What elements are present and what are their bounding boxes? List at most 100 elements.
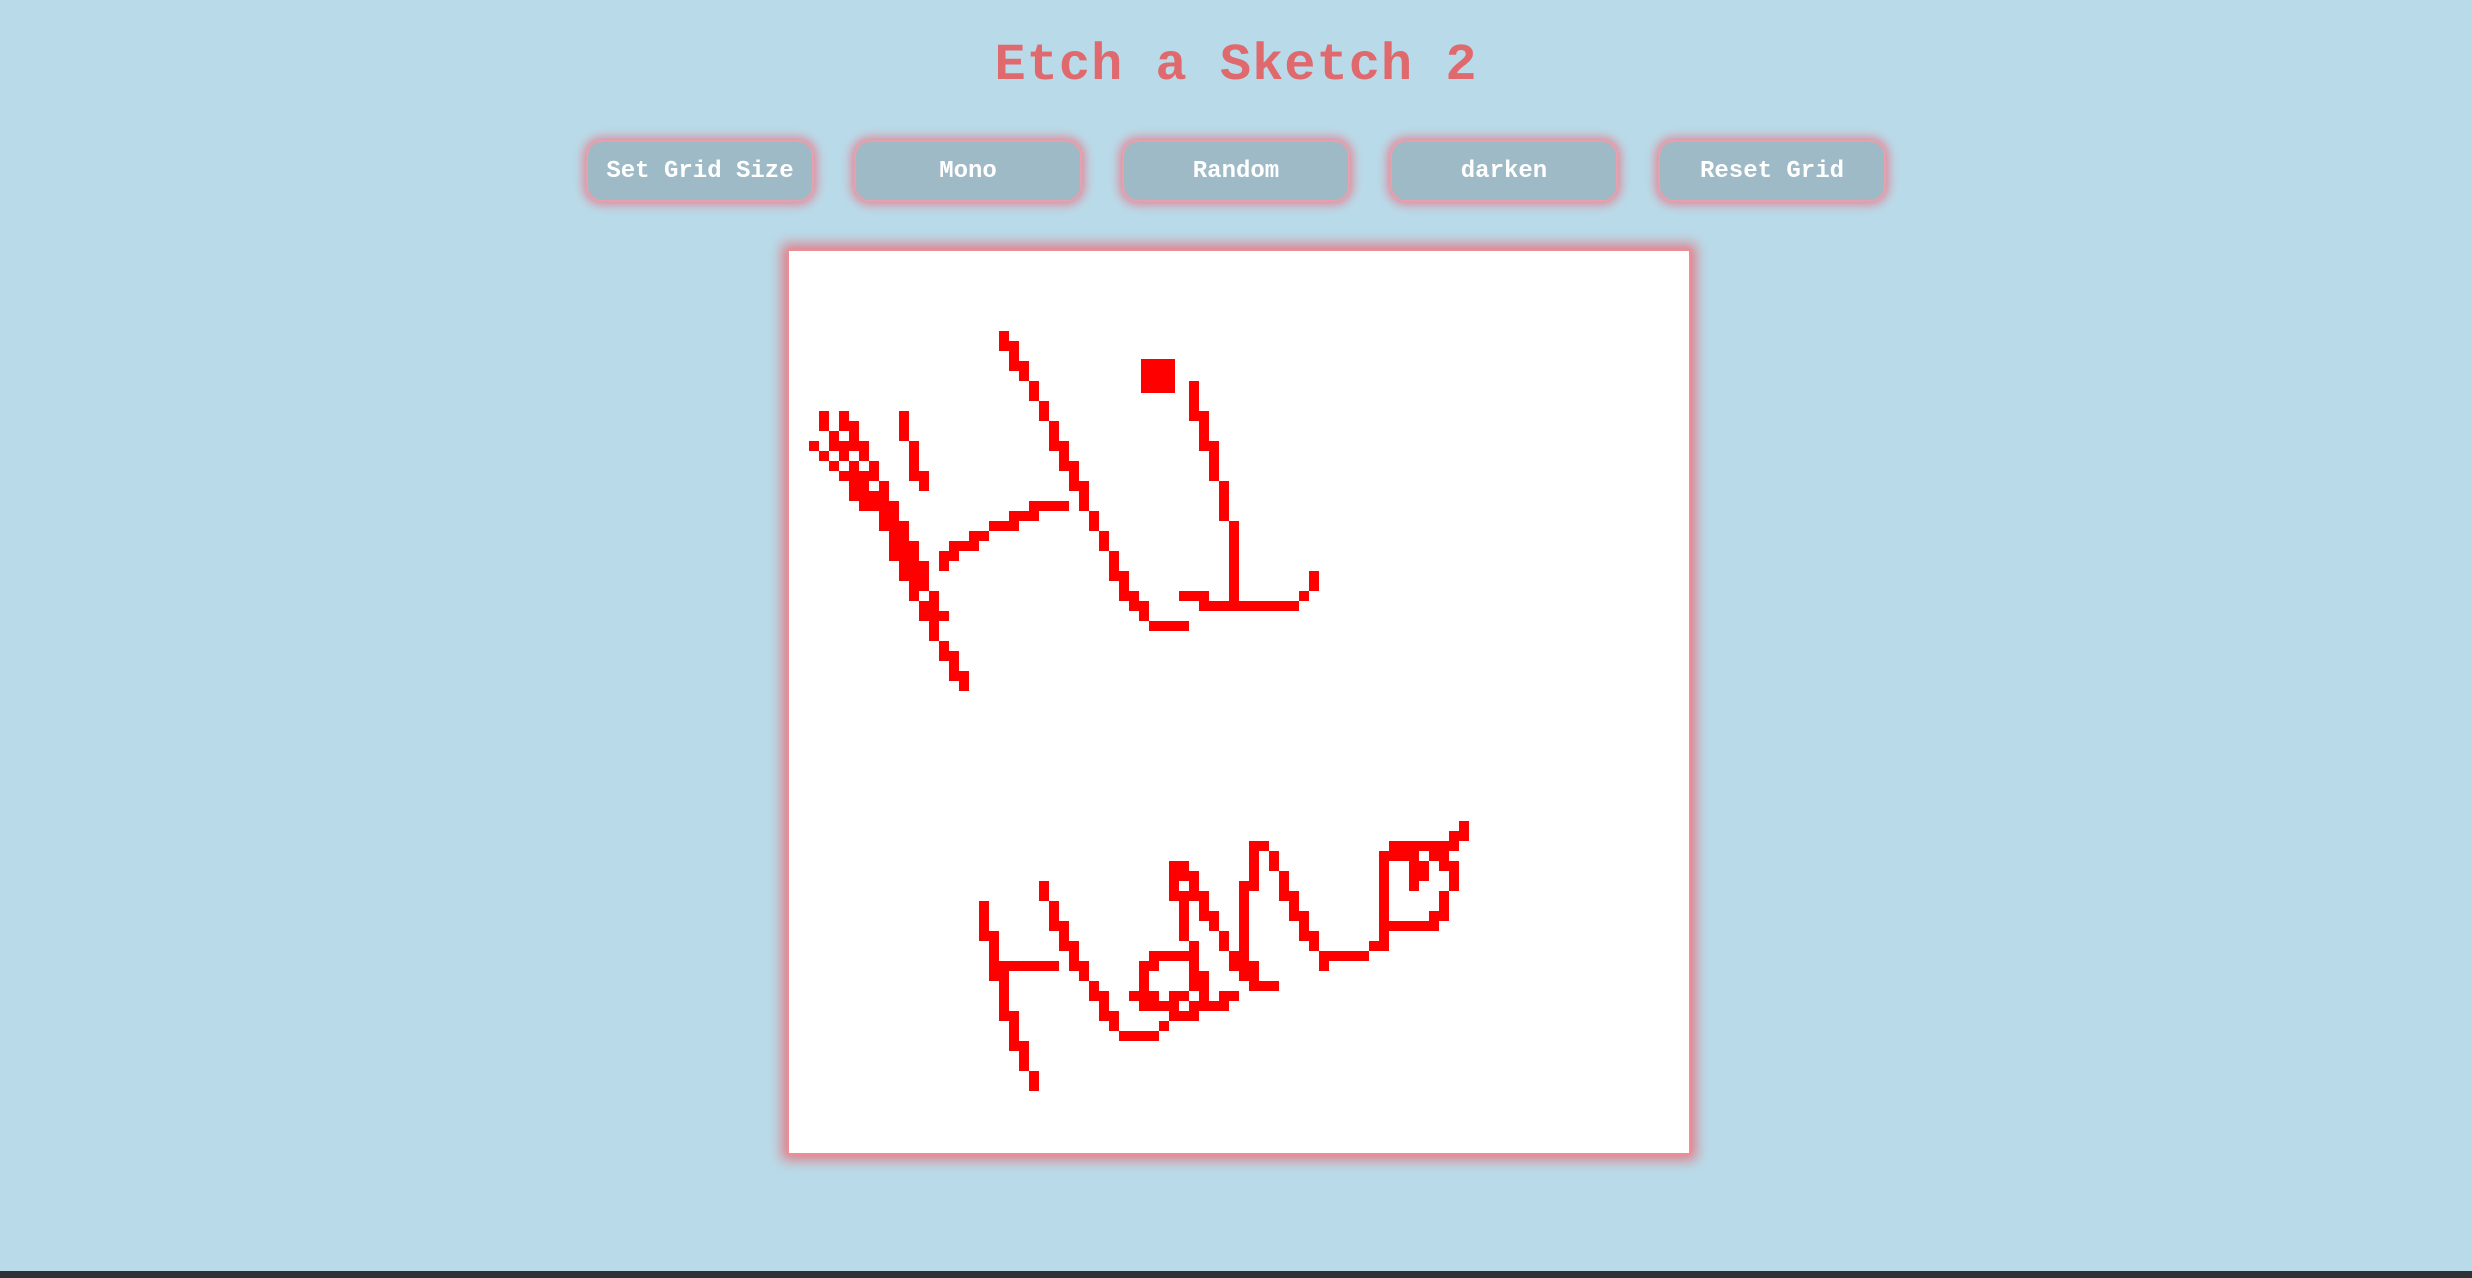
sketch-pixel[interactable] xyxy=(989,971,999,981)
sketch-pixel[interactable] xyxy=(859,471,869,481)
sketch-pixel[interactable] xyxy=(1449,831,1459,841)
sketch-pixel[interactable] xyxy=(1129,991,1139,1001)
sketch-pixel[interactable] xyxy=(959,671,969,681)
sketch-pixel[interactable] xyxy=(1389,851,1399,861)
sketch-pixel[interactable] xyxy=(1099,541,1109,551)
sketch-pixel[interactable] xyxy=(1319,961,1329,971)
sketch-pixel[interactable] xyxy=(899,571,909,581)
sketch-pixel[interactable] xyxy=(1209,471,1219,481)
sketch-pixel[interactable] xyxy=(889,511,899,521)
sketch-pixel[interactable] xyxy=(1229,991,1239,1001)
sketch-pixel[interactable] xyxy=(1379,901,1389,911)
sketch-pixel[interactable] xyxy=(1039,501,1049,511)
sketch-pixel[interactable] xyxy=(879,481,889,491)
sketch-pixel[interactable] xyxy=(999,1001,1009,1011)
sketch-pixel[interactable] xyxy=(1429,841,1439,851)
sketch-pixel[interactable] xyxy=(1229,551,1239,561)
sketch-pixel[interactable] xyxy=(1029,1071,1039,1081)
sketch-pixel[interactable] xyxy=(1029,961,1039,971)
sketch-pixel[interactable] xyxy=(1359,951,1369,961)
sketch-pixel[interactable] xyxy=(1049,921,1059,931)
sketch-pixel[interactable] xyxy=(1119,1031,1129,1041)
sketch-pixel[interactable] xyxy=(859,481,869,491)
darken-button[interactable]: darken xyxy=(1390,140,1618,202)
sketch-pixel[interactable] xyxy=(909,451,919,461)
sketch-pixel[interactable] xyxy=(1379,911,1389,921)
sketch-pixel[interactable] xyxy=(999,991,1009,1001)
sketch-pixel[interactable] xyxy=(1259,981,1269,991)
sketch-pixel[interactable] xyxy=(1409,871,1419,881)
sketch-pixel[interactable] xyxy=(1179,621,1189,631)
sketch-pixel[interactable] xyxy=(1169,871,1179,881)
sketch-pixel[interactable] xyxy=(1199,421,1209,431)
sketch-pixel[interactable] xyxy=(1429,851,1439,861)
sketch-pixel[interactable] xyxy=(1369,941,1379,951)
sketch-pixel[interactable] xyxy=(1189,591,1199,601)
sketch-pixel[interactable] xyxy=(999,1011,1009,1021)
sketch-pixel[interactable] xyxy=(1269,601,1279,611)
sketch-pixel[interactable] xyxy=(1429,921,1439,931)
sketch-pixel[interactable] xyxy=(849,471,859,481)
sketch-pixel[interactable] xyxy=(869,501,879,511)
sketch-pixel[interactable] xyxy=(1379,871,1389,881)
sketch-pixel[interactable] xyxy=(1179,911,1189,921)
sketch-pixel[interactable] xyxy=(1219,941,1229,951)
sketch-pixel[interactable] xyxy=(939,551,949,561)
sketch-pixel[interactable] xyxy=(1009,1041,1019,1051)
sketch-pixel[interactable] xyxy=(939,611,949,621)
sketch-pixel[interactable] xyxy=(1189,881,1199,891)
sketch-pixel[interactable] xyxy=(1119,591,1129,601)
sketch-pixel[interactable] xyxy=(1179,591,1189,601)
sketch-pixel[interactable] xyxy=(909,541,919,551)
sketch-pixel[interactable] xyxy=(1249,971,1259,981)
sketch-pixel[interactable] xyxy=(939,641,949,651)
sketch-pixel[interactable] xyxy=(1229,521,1239,531)
sketch-pixel[interactable] xyxy=(1419,871,1429,881)
sketch-pixel[interactable] xyxy=(1249,871,1259,881)
sketch-pixel[interactable] xyxy=(849,481,859,491)
sketch-pixel[interactable] xyxy=(1179,871,1189,881)
sketch-pixel[interactable] xyxy=(989,931,999,941)
sketch-pixel[interactable] xyxy=(1069,461,1079,471)
sketch-pixel[interactable] xyxy=(869,491,879,501)
random-button[interactable]: Random xyxy=(1122,140,1350,202)
sketch-pixel[interactable] xyxy=(1199,411,1209,421)
sketch-pixel[interactable] xyxy=(1029,501,1039,511)
sketch-pixel[interactable] xyxy=(1079,971,1089,981)
sketch-pixel[interactable] xyxy=(1089,991,1099,1001)
sketch-pixel[interactable] xyxy=(1229,961,1239,971)
sketch-pixel[interactable] xyxy=(1229,531,1239,541)
sketch-pixel[interactable] xyxy=(1329,951,1339,961)
sketch-pixel[interactable] xyxy=(1389,921,1399,931)
sketch-pixel[interactable] xyxy=(1129,601,1139,611)
sketch-pixel[interactable] xyxy=(879,501,889,511)
sketch-pixel[interactable] xyxy=(889,501,899,511)
sketch-pixel[interactable] xyxy=(909,571,919,581)
sketch-pixel[interactable] xyxy=(1269,851,1279,861)
sketch-pixel[interactable] xyxy=(879,491,889,501)
sketch-pixel[interactable] xyxy=(1209,601,1219,611)
sketch-pixel[interactable] xyxy=(1199,591,1209,601)
sketch-pixel[interactable] xyxy=(1099,1001,1109,1011)
sketch-pixel[interactable] xyxy=(1249,961,1259,971)
sketch-pixel[interactable] xyxy=(1209,921,1219,931)
sketch-pixel[interactable] xyxy=(1379,881,1389,891)
sketch-pixel[interactable] xyxy=(879,521,889,531)
sketch-pixel[interactable] xyxy=(1409,841,1419,851)
sketch-pixel[interactable] xyxy=(1299,591,1309,601)
sketch-pixel[interactable] xyxy=(1009,341,1019,351)
sketch-pixel[interactable] xyxy=(909,561,919,571)
sketch-pixel[interactable] xyxy=(859,451,869,461)
sketch-pixel[interactable] xyxy=(859,441,869,451)
sketch-pixel[interactable] xyxy=(1439,891,1449,901)
sketch-pixel[interactable] xyxy=(1079,481,1089,491)
sketch-pixel[interactable] xyxy=(1189,971,1199,981)
sketch-pixel[interactable] xyxy=(1159,951,1169,961)
sketch-pixel[interactable] xyxy=(1049,431,1059,441)
sketch-pixel[interactable] xyxy=(889,541,899,551)
sketch-pixel[interactable] xyxy=(1169,991,1179,1001)
sketch-pixel[interactable] xyxy=(1279,891,1289,901)
sketch-pixel[interactable] xyxy=(1219,501,1229,511)
sketch-pixel[interactable] xyxy=(1239,911,1249,921)
sketch-pixel[interactable] xyxy=(1189,401,1199,411)
